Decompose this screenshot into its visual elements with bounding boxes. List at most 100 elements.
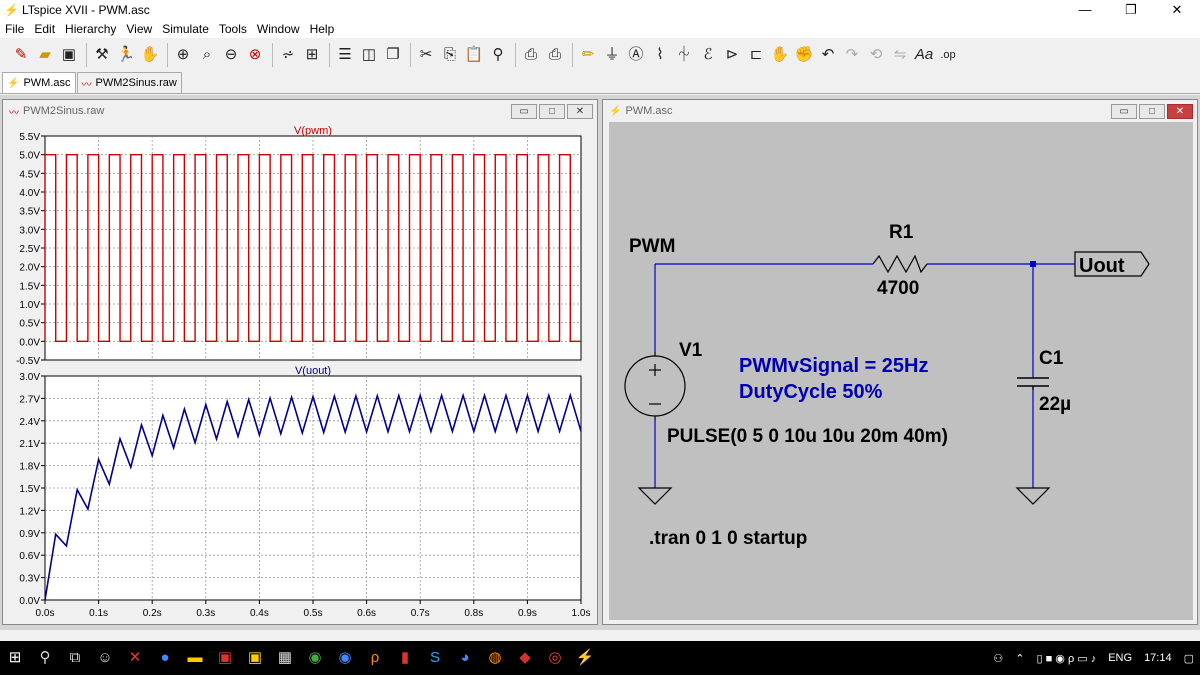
- output-port-label[interactable]: Uout: [1079, 255, 1125, 277]
- copy-icon[interactable]: ⎘: [439, 44, 461, 66]
- zoom-out-icon[interactable]: ⊖: [220, 44, 242, 66]
- ground-symbol[interactable]: [637, 487, 673, 505]
- app-icon[interactable]: ◕: [450, 641, 480, 675]
- app-icon[interactable]: ρ: [360, 641, 390, 675]
- app-icon[interactable]: ◆: [510, 641, 540, 675]
- app-icon[interactable]: ▣: [240, 641, 270, 675]
- zoom-in-icon[interactable]: ⊕: [172, 44, 194, 66]
- clock[interactable]: 17:14: [1144, 652, 1172, 664]
- print-preview-icon[interactable]: ⎙: [544, 44, 566, 66]
- tab-pwm2sinus-raw[interactable]: 〰 PWM2Sinus.raw: [76, 72, 182, 93]
- waveform-window-titlebar[interactable]: 〰 PWM2Sinus.raw: [3, 100, 597, 122]
- menu-edit[interactable]: Edit: [29, 22, 60, 36]
- firefox-icon[interactable]: ◍: [480, 641, 510, 675]
- drag-icon[interactable]: ✊: [793, 44, 815, 66]
- menu-help[interactable]: Help: [305, 22, 340, 36]
- app-icon[interactable]: ✕: [120, 641, 150, 675]
- minimize-button[interactable]: ▭: [1111, 104, 1137, 119]
- save-icon[interactable]: ▣: [58, 44, 80, 66]
- resistor-icon[interactable]: ⌇: [649, 44, 671, 66]
- menu-tools[interactable]: Tools: [214, 22, 252, 36]
- mirror-icon[interactable]: ⇋: [889, 44, 911, 66]
- resistor-symbol[interactable]: [872, 254, 928, 274]
- app-icon[interactable]: ●: [150, 641, 180, 675]
- diode-icon[interactable]: ⊳: [721, 44, 743, 66]
- run-icon[interactable]: 🏃: [115, 44, 137, 66]
- capacitor-name[interactable]: C1: [1039, 348, 1064, 369]
- voltage-source-symbol[interactable]: [624, 352, 686, 420]
- redo-icon[interactable]: ↷: [841, 44, 863, 66]
- tile-vertical-icon[interactable]: ◫: [358, 44, 380, 66]
- zoom-full-icon[interactable]: ⌕: [196, 44, 218, 66]
- tray-icons[interactable]: ▯ ■ ◉ ρ ▭ ♪: [1036, 652, 1096, 665]
- autoscale-icon[interactable]: ⩫: [277, 44, 299, 66]
- open-icon[interactable]: ▰: [34, 44, 56, 66]
- app-icon[interactable]: ◉: [330, 641, 360, 675]
- inductor-icon[interactable]: ℰ: [697, 44, 719, 66]
- menu-file[interactable]: File: [0, 22, 29, 36]
- maximize-button[interactable]: □: [1139, 104, 1165, 119]
- find-icon[interactable]: ⚲: [487, 44, 509, 66]
- minimize-button[interactable]: ▭: [511, 104, 537, 119]
- close-button[interactable]: ✕: [567, 104, 593, 119]
- app-icon[interactable]: ◉: [300, 641, 330, 675]
- control-panel-icon[interactable]: ⚒: [91, 44, 113, 66]
- component-icon[interactable]: ⊏: [745, 44, 767, 66]
- notifications-icon[interactable]: ▢: [1184, 652, 1194, 665]
- ground-symbol[interactable]: [1015, 487, 1051, 505]
- app-icon[interactable]: ☺: [90, 641, 120, 675]
- menu-hierarchy[interactable]: Hierarchy: [60, 22, 121, 36]
- source-pulse-value[interactable]: PULSE(0 5 0 10u 10u 20m 40m): [667, 426, 948, 447]
- maximize-button[interactable]: □: [539, 104, 565, 119]
- undo-icon[interactable]: ↶: [817, 44, 839, 66]
- menu-view[interactable]: View: [121, 22, 157, 36]
- move-icon[interactable]: ✋: [769, 44, 791, 66]
- chrome-icon[interactable]: ◎: [540, 641, 570, 675]
- plot-area[interactable]: 5.5V 5.0V 4.5V 4.0V 3.5V 3.0V 2.5V 2.0V 1.5V 1.0V…: [3, 122, 597, 624]
- menu-simulate[interactable]: Simulate: [157, 22, 214, 36]
- chevron-up-icon[interactable]: ⌃: [1015, 652, 1024, 665]
- close-button[interactable]: ✕: [1167, 104, 1193, 119]
- tab-pwm-asc[interactable]: ⚡ PWM.asc: [2, 72, 76, 93]
- wire-icon[interactable]: ✏: [577, 44, 599, 66]
- capacitor-icon[interactable]: ⏆: [673, 44, 695, 66]
- ltspice-taskbar-icon[interactable]: ⚡: [570, 641, 600, 675]
- waveform-plot[interactable]: 5.5V 5.0V 4.5V 4.0V 3.5V 3.0V 2.5V 2.0V 1.5V 1.0V…: [3, 122, 597, 624]
- zoom-cancel-icon[interactable]: ⊗: [244, 44, 266, 66]
- resistor-value[interactable]: 4700: [877, 278, 919, 299]
- restore-button[interactable]: ❐: [1108, 0, 1154, 20]
- language-indicator[interactable]: ENG: [1108, 652, 1132, 664]
- close-button[interactable]: ✕: [1154, 0, 1200, 20]
- cascade-icon[interactable]: ❐: [382, 44, 404, 66]
- text-icon[interactable]: Aa: [913, 44, 935, 66]
- spice-directive-tran[interactable]: .tran 0 1 0 startup: [649, 528, 807, 549]
- new-schematic-icon[interactable]: ✎: [10, 44, 32, 66]
- menu-window[interactable]: Window: [252, 22, 305, 36]
- search-icon[interactable]: ⚲: [30, 641, 60, 675]
- fit-icon[interactable]: ⊞: [301, 44, 323, 66]
- minimize-button[interactable]: —: [1062, 0, 1108, 20]
- halt-icon[interactable]: ✋: [139, 44, 161, 66]
- start-icon[interactable]: ⊞: [0, 641, 30, 675]
- print-icon[interactable]: ⎙: [520, 44, 542, 66]
- people-icon[interactable]: ⚇: [993, 652, 1003, 665]
- cut-icon[interactable]: ✂: [415, 44, 437, 66]
- skype-icon[interactable]: S: [420, 641, 450, 675]
- schematic-drawing[interactable]: PWM R1 4700 Uout V1 C1 22µ PWMvSignal = …: [609, 122, 1193, 620]
- app-icon[interactable]: ▣: [210, 641, 240, 675]
- file-explorer-icon[interactable]: ▬: [180, 641, 210, 675]
- net-label-pwm[interactable]: PWM: [629, 236, 675, 257]
- comment-dutycycle[interactable]: DutyCycle 50%: [739, 381, 883, 403]
- schematic-canvas[interactable]: PWM R1 4700 Uout V1 C1 22µ PWMvSignal = …: [609, 122, 1193, 620]
- resistor-name[interactable]: R1: [889, 222, 914, 243]
- label-icon[interactable]: Ⓐ: [625, 44, 647, 66]
- capacitor-value[interactable]: 22µ: [1039, 394, 1071, 415]
- task-view-icon[interactable]: ⧉: [60, 641, 90, 675]
- tile-horizontal-icon[interactable]: ☰: [334, 44, 356, 66]
- paste-icon[interactable]: 📋: [463, 44, 485, 66]
- schematic-window-titlebar[interactable]: ⚡ PWM.asc: [603, 100, 1197, 122]
- comment-frequency[interactable]: PWMvSignal = 25Hz: [739, 355, 929, 377]
- source-name[interactable]: V1: [679, 340, 703, 361]
- capacitor-symbol[interactable]: [1017, 377, 1049, 390]
- spice-directive-icon[interactable]: .op: [937, 44, 959, 66]
